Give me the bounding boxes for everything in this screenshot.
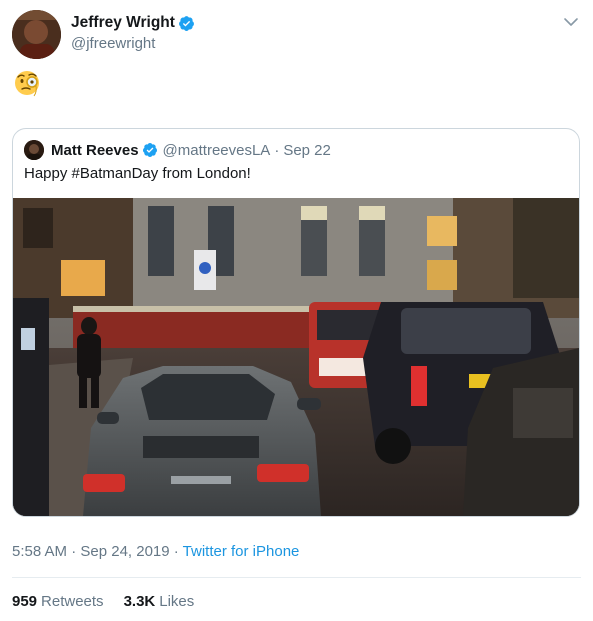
retweets-count: 959: [12, 593, 38, 610]
quoted-tweet-photo[interactable]: [13, 198, 579, 516]
retweets-stat[interactable]: 959 Retweets: [12, 593, 104, 610]
quoted-separator: ·: [274, 141, 280, 159]
quoted-tweet-text: Happy #BatmanDay from London!: [24, 165, 251, 182]
tweet-stats: 959 Retweets 3.3K Likes: [12, 593, 214, 610]
divider: [12, 577, 581, 578]
quoted-date: Sep 22: [283, 141, 331, 159]
face-with-monocle-emoji-icon: [15, 71, 39, 97]
author-avatar[interactable]: [12, 10, 61, 59]
tweet-meta: 5:58 AM · Sep 24, 2019 · Twitter for iPh…: [12, 543, 299, 560]
likes-stat[interactable]: 3.3K Likes: [124, 593, 195, 610]
author-display-name[interactable]: Jeffrey Wright: [71, 14, 175, 32]
quoted-tweet[interactable]: Matt Reeves @mattreevesLA · Sep 22 Happy…: [12, 128, 580, 517]
tweet-card: Jeffrey Wright @jfreewright Matt Reeves …: [0, 0, 593, 621]
author-handle[interactable]: @jfreewright: [71, 35, 195, 52]
quoted-tweet-header: Matt Reeves @mattreevesLA · Sep 22: [24, 140, 331, 160]
verified-badge-icon: [178, 15, 194, 31]
chevron-down-icon[interactable]: [563, 14, 579, 30]
retweets-label: Retweets: [41, 593, 104, 610]
quoted-author-avatar: [24, 140, 44, 160]
quoted-author-handle: @mattreevesLA: [162, 141, 271, 159]
verified-badge-icon: [142, 143, 157, 157]
quoted-author-name: Matt Reeves: [51, 141, 139, 159]
likes-label: Likes: [159, 593, 195, 610]
likes-count: 3.3K: [123, 593, 156, 610]
tweet-timestamp[interactable]: 5:58 AM · Sep 24, 2019 ·: [12, 543, 183, 560]
author-name-block[interactable]: Jeffrey Wright @jfreewright: [71, 13, 195, 52]
tweet-source-link[interactable]: Twitter for iPhone: [183, 543, 300, 560]
